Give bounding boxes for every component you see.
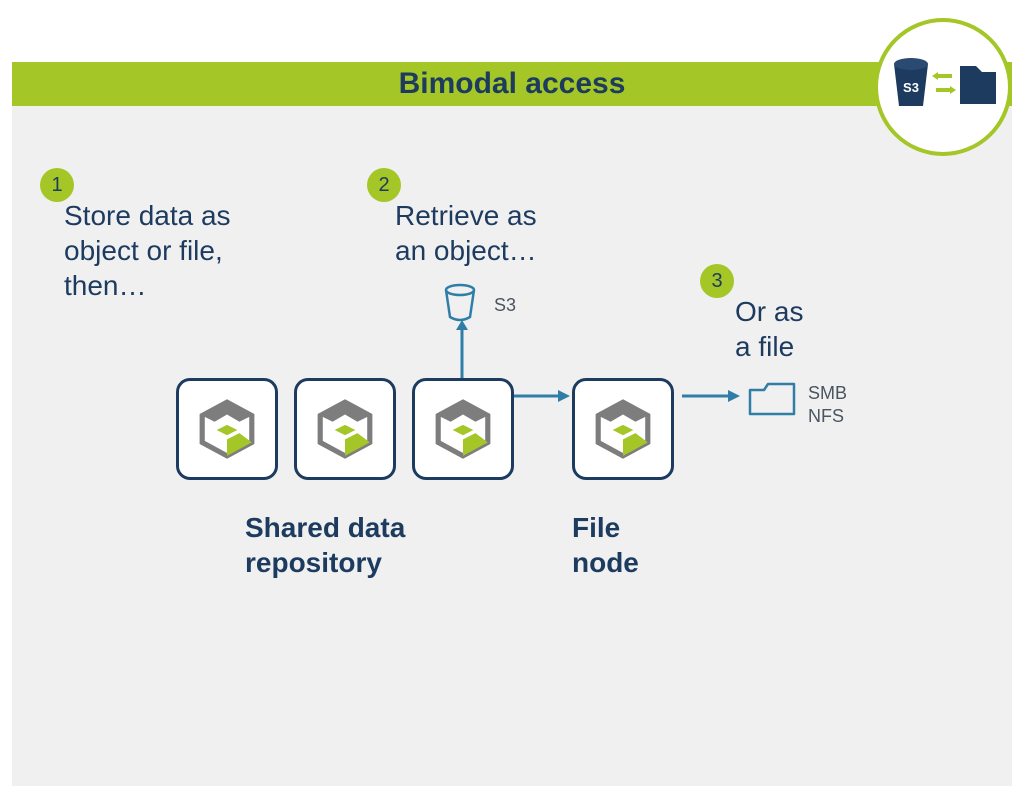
hex-logo-icon [432,398,494,460]
repo-node-2 [294,378,396,480]
arrow-right-2-icon [682,388,742,408]
corner-badge: S3 [874,18,1012,156]
step-2-text: Retrieve as an object… [395,198,537,268]
protocol-file-label: SMB NFS [808,382,847,427]
step-badge-1: 1 [40,168,74,202]
step-badge-3-num: 3 [711,270,722,293]
file-node [572,378,674,480]
step-badge-3: 3 [700,264,734,298]
repo-node-3 [412,378,514,480]
step-badge-2: 2 [367,168,401,202]
diagram-canvas: Bimodal access S3 1 Store data as object… [0,0,1024,805]
step-1-text: Store data as object or file, then… [64,198,231,303]
bucket-folder-icon: S3 [888,52,998,122]
s3-bucket-icon [440,283,480,323]
folder-icon [748,380,796,420]
step-3-text: Or as a file [735,294,803,364]
caption-repo: Shared data repository [245,510,405,580]
hex-logo-icon [592,398,654,460]
svg-text:S3: S3 [903,80,919,95]
hex-logo-icon [314,398,376,460]
caption-filenode: File node [572,510,639,580]
repo-node-1 [176,378,278,480]
step-badge-1-num: 1 [51,174,62,197]
hex-logo-icon [196,398,258,460]
step-badge-2-num: 2 [378,174,389,197]
protocol-s3-label: S3 [494,294,516,317]
title-bar: Bimodal access [12,62,1012,106]
title-text: Bimodal access [399,67,626,101]
